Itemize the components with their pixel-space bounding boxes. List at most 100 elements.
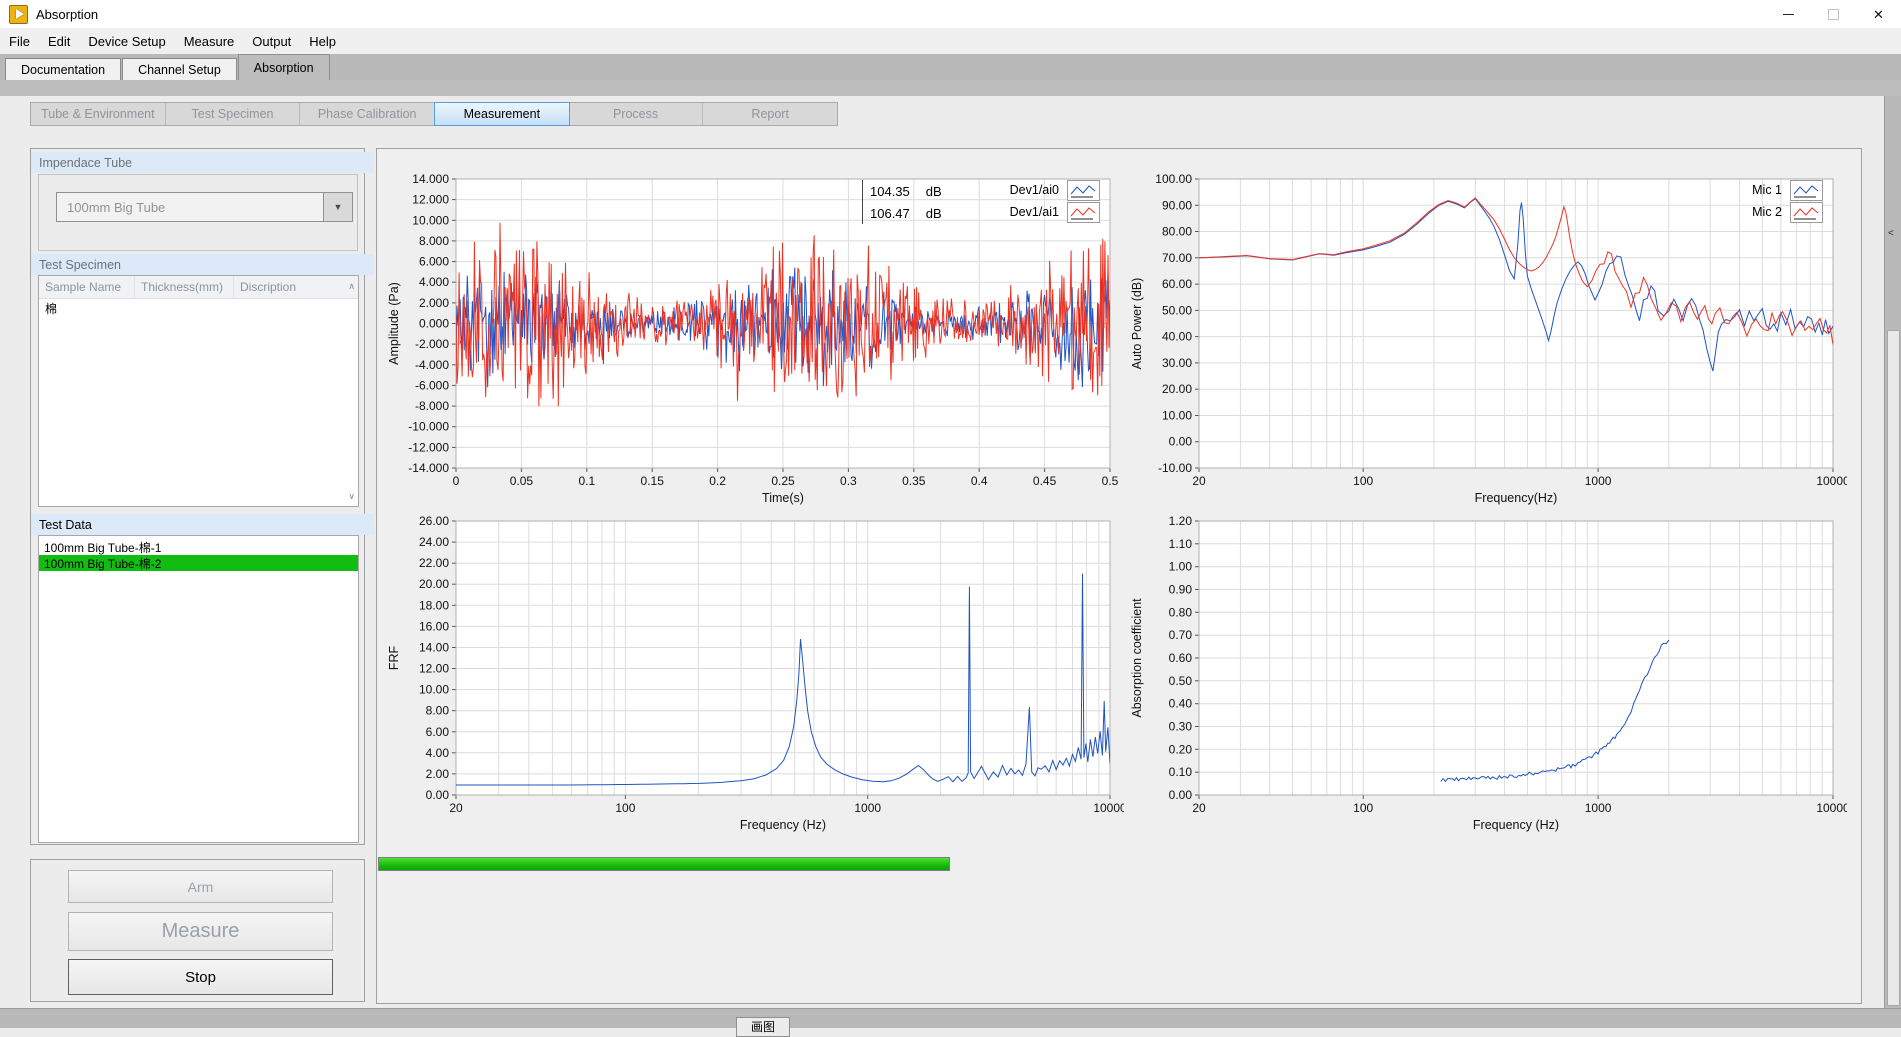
table-row[interactable]: 棉 xyxy=(39,299,358,317)
cell-discription xyxy=(234,299,358,317)
minimize-button[interactable] xyxy=(1766,0,1811,28)
svg-text:Time(s): Time(s) xyxy=(762,491,804,505)
scroll-up-icon[interactable]: ∧ xyxy=(348,282,355,291)
impedance-tube-dropdown[interactable]: 100mm Big Tube ▼ xyxy=(56,192,353,222)
menu-bar: File Edit Device Setup Measure Output He… xyxy=(0,28,1901,55)
stop-button[interactable]: Stop xyxy=(68,959,333,995)
svg-text:24.00: 24.00 xyxy=(419,535,449,549)
scroll-down-icon[interactable]: ∨ xyxy=(348,492,355,501)
tab-documentation[interactable]: Documentation xyxy=(5,58,121,80)
readout-value: 106.47 xyxy=(870,206,910,221)
level-readouts: 104.35dB106.47dB xyxy=(862,180,942,224)
svg-text:-4.000: -4.000 xyxy=(415,358,449,372)
absorption-coefficient-graph: 0.000.100.200.300.400.500.600.700.800.90… xyxy=(1127,509,1847,839)
svg-text:Amplitude (Pa): Amplitude (Pa) xyxy=(387,282,401,365)
auto-power-graph: -10.000.0010.0020.0030.0040.0050.0060.00… xyxy=(1127,167,1847,512)
column-sample-name: Sample Name xyxy=(39,276,135,298)
tab-page-margin xyxy=(0,80,1901,96)
main-tab-bar: Documentation Channel Setup Absorption xyxy=(0,54,1901,80)
legend-waveform-icon xyxy=(1790,180,1823,201)
subtab-phase-calibration[interactable]: Phase Calibration xyxy=(300,103,435,125)
menu-file[interactable]: File xyxy=(0,28,39,54)
svg-text:100: 100 xyxy=(1353,474,1373,488)
svg-text:100: 100 xyxy=(1353,801,1373,815)
svg-text:12.000: 12.000 xyxy=(412,193,449,207)
svg-text:22.00: 22.00 xyxy=(419,556,449,570)
svg-text:10000: 10000 xyxy=(1816,801,1847,815)
svg-text:0.00: 0.00 xyxy=(426,788,450,802)
svg-text:Frequency (Hz): Frequency (Hz) xyxy=(1473,818,1559,832)
readout-unit: dB xyxy=(926,206,942,221)
impedance-tube-value: 100mm Big Tube xyxy=(57,193,323,221)
tab-absorption[interactable]: Absorption xyxy=(238,54,330,80)
legend-waveform-icon xyxy=(1067,180,1100,201)
legend-waveform-icon xyxy=(1067,202,1100,223)
subtab-test-specimen[interactable]: Test Specimen xyxy=(166,103,301,125)
measure-button[interactable]: Measure xyxy=(68,912,333,951)
svg-text:10000: 10000 xyxy=(1816,474,1847,488)
readout-value: 104.35 xyxy=(870,184,910,199)
minimize-icon xyxy=(1783,14,1794,15)
svg-text:0.50: 0.50 xyxy=(1169,674,1193,688)
svg-text:2.00: 2.00 xyxy=(426,767,450,781)
svg-text:20.00: 20.00 xyxy=(419,577,449,591)
svg-text:90.00: 90.00 xyxy=(1162,198,1192,212)
svg-text:20: 20 xyxy=(449,801,463,815)
svg-text:0.1: 0.1 xyxy=(578,474,595,488)
svg-text:10000: 10000 xyxy=(1093,801,1124,815)
svg-text:50.00: 50.00 xyxy=(1162,303,1192,317)
bottom-tab[interactable]: 画图 xyxy=(736,1017,790,1037)
chevron-down-icon[interactable]: ▼ xyxy=(323,193,352,221)
chart-legend: Mic 1Mic 2 xyxy=(1752,179,1823,223)
menu-measure[interactable]: Measure xyxy=(175,28,244,54)
subtab-measurement[interactable]: Measurement xyxy=(434,102,570,126)
subtab-process[interactable]: Process xyxy=(569,103,704,125)
menu-help[interactable]: Help xyxy=(300,28,345,54)
svg-text:0.10: 0.10 xyxy=(1169,765,1193,779)
bottom-strip: 画图 xyxy=(0,1008,1901,1028)
subtab-report[interactable]: Report xyxy=(703,103,837,125)
test-data-header: Test Data xyxy=(31,514,374,535)
title-bar: Absorption ✕ xyxy=(0,0,1901,28)
svg-text:8.00: 8.00 xyxy=(426,704,450,718)
svg-text:20.00: 20.00 xyxy=(1162,382,1192,396)
right-scrollbar: < xyxy=(1884,96,1901,1008)
close-button[interactable]: ✕ xyxy=(1856,0,1901,28)
collapse-left-icon[interactable]: < xyxy=(1888,228,1894,239)
svg-text:1.20: 1.20 xyxy=(1169,514,1193,528)
svg-text:0.20: 0.20 xyxy=(1169,742,1193,756)
test-data-label: Test Data xyxy=(39,518,92,532)
menu-edit[interactable]: Edit xyxy=(39,28,79,54)
svg-text:8.000: 8.000 xyxy=(419,234,449,248)
svg-text:1.10: 1.10 xyxy=(1169,537,1193,551)
svg-text:14.00: 14.00 xyxy=(419,641,449,655)
list-item[interactable]: 100mm Big Tube-棉-1 xyxy=(39,539,358,555)
scrollbar-thumb[interactable] xyxy=(1887,330,1900,1006)
svg-text:0.05: 0.05 xyxy=(510,474,534,488)
column-discription: Discription xyxy=(234,276,358,298)
subtab-tube-environment[interactable]: Tube & Environment xyxy=(31,103,166,125)
column-thickness: Thickness(mm) xyxy=(135,276,234,298)
maximize-button[interactable] xyxy=(1811,0,1856,28)
svg-text:-10.00: -10.00 xyxy=(1158,461,1192,475)
menu-output[interactable]: Output xyxy=(243,28,300,54)
test-specimen-table: Sample Name Thickness(mm) Discription 棉 … xyxy=(38,275,359,507)
legend-item[interactable]: Mic 1 xyxy=(1752,179,1823,201)
arm-button[interactable]: Arm xyxy=(68,870,333,903)
svg-text:-2.000: -2.000 xyxy=(415,337,449,351)
svg-text:0.45: 0.45 xyxy=(1033,474,1057,488)
svg-text:10.000: 10.000 xyxy=(412,213,449,227)
absorption-app-window: { "window": { "title": "Absorption" }, "… xyxy=(0,0,1901,1028)
svg-text:0.80: 0.80 xyxy=(1169,605,1193,619)
list-item-selected[interactable]: 100mm Big Tube-棉-2 xyxy=(39,555,358,571)
tab-channel-setup[interactable]: Channel Setup xyxy=(122,58,237,80)
svg-text:14.000: 14.000 xyxy=(412,172,449,186)
legend-item[interactable]: Dev1/ai1 xyxy=(1010,201,1100,223)
svg-text:4.000: 4.000 xyxy=(419,275,449,289)
svg-text:1000: 1000 xyxy=(854,801,881,815)
app-icon xyxy=(9,5,28,24)
charts-panel: -14.000-12.000-10.000-8.000-6.000-4.000-… xyxy=(376,148,1862,1004)
menu-device-setup[interactable]: Device Setup xyxy=(79,28,174,54)
legend-item[interactable]: Dev1/ai0 xyxy=(1010,179,1100,201)
legend-item[interactable]: Mic 2 xyxy=(1752,201,1823,223)
